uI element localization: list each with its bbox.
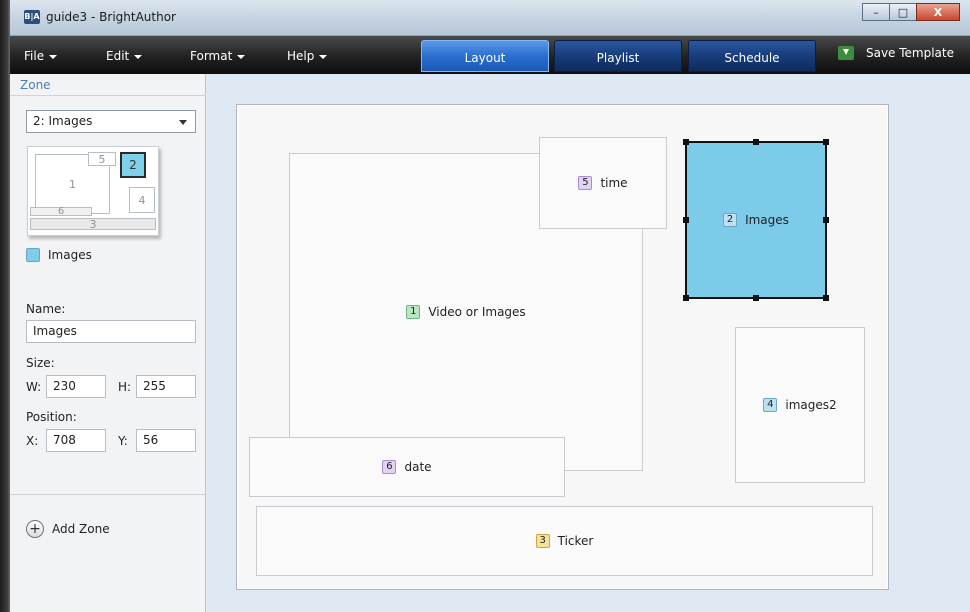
zone-2-selected[interactable]: 2 Images <box>683 139 829 301</box>
menu-help-label: Help <box>287 49 315 63</box>
zone-label: date <box>404 460 432 474</box>
layout-stage[interactable]: 1 Video or Images 5 time 2 Images 4 imag… <box>236 104 889 590</box>
mini-zone-6: 6 <box>30 206 92 217</box>
window-controls: – □ X <box>862 3 960 21</box>
menu-edit-label: Edit <box>106 49 130 63</box>
menu-file[interactable]: File <box>24 49 58 63</box>
zone-select[interactable]: 2: Images <box>26 110 196 133</box>
y-label: Y: <box>118 434 128 448</box>
resize-handle[interactable] <box>823 295 829 301</box>
zone-number-badge: 4 <box>763 398 778 412</box>
zone-4[interactable]: 4 images2 <box>735 327 865 483</box>
x-field[interactable]: 708 <box>46 429 106 452</box>
panel-divider <box>10 494 206 495</box>
zone-number-badge: 1 <box>406 305 421 319</box>
add-zone-label: Add Zone <box>52 522 110 536</box>
menu-help[interactable]: Help <box>287 49 328 63</box>
chevron-down-icon <box>237 54 246 59</box>
zone-number-badge: 6 <box>382 460 397 474</box>
zone-label: Ticker <box>557 534 594 548</box>
window-left-edge <box>0 0 10 612</box>
zone-label: images2 <box>785 398 837 412</box>
save-template-icon <box>837 46 854 60</box>
zone-type-legend: Images <box>26 248 92 262</box>
x-label: X: <box>26 434 39 448</box>
y-field[interactable]: 56 <box>136 429 196 452</box>
add-zone-button[interactable]: + Add Zone <box>26 520 110 538</box>
plus-icon: + <box>26 520 44 538</box>
zone-number-badge: 3 <box>535 534 550 548</box>
menu-edit[interactable]: Edit <box>106 49 143 63</box>
save-template-button[interactable]: Save Template <box>837 46 954 60</box>
width-field[interactable]: 230 <box>46 375 106 398</box>
window-title: guide3 - BrightAuthor <box>46 10 176 24</box>
zone-thumbnail[interactable]: 1 5 2 4 6 3 <box>27 146 159 236</box>
zone-3[interactable]: 3 Ticker <box>256 506 873 576</box>
mini-zone-3: 3 <box>30 218 156 231</box>
resize-handle[interactable] <box>753 139 759 145</box>
zone-6[interactable]: 6 date <box>249 437 565 497</box>
height-field[interactable]: 255 <box>136 375 196 398</box>
width-label: W: <box>26 380 42 394</box>
chevron-down-icon <box>179 120 187 125</box>
chevron-down-icon <box>319 54 328 59</box>
height-label: H: <box>118 380 132 394</box>
layout-workspace: 1 Video or Images 5 time 2 Images 4 imag… <box>207 74 970 612</box>
zone-label: Video or Images <box>428 305 526 319</box>
panel-header: Zone <box>10 78 206 96</box>
menu-bar: File Edit Format Help Layout Playlist Sc… <box>10 36 970 74</box>
mini-zone-4: 4 <box>129 187 155 213</box>
save-template-label: Save Template <box>865 46 954 60</box>
mini-zone-2: 2 <box>120 152 146 178</box>
name-field[interactable]: Images <box>26 320 196 343</box>
title-bar: B|A guide3 - BrightAuthor – □ X <box>10 0 970 36</box>
zone-number-badge: 2 <box>723 213 738 227</box>
resize-handle[interactable] <box>683 139 689 145</box>
maximize-button[interactable]: □ <box>889 3 917 21</box>
tab-playlist[interactable]: Playlist <box>554 40 682 72</box>
zone-number-badge: 5 <box>578 176 593 190</box>
resize-handle[interactable] <box>753 295 759 301</box>
zone-label: Images <box>745 213 789 227</box>
menu-format[interactable]: Format <box>190 49 246 63</box>
menu-file-label: File <box>24 49 45 63</box>
resize-handle[interactable] <box>823 139 829 145</box>
chevron-down-icon <box>134 54 143 59</box>
app-icon: B|A <box>24 10 40 24</box>
zone-select-value: 2: Images <box>33 114 93 128</box>
zone-5[interactable]: 5 time <box>539 137 667 229</box>
menu-format-label: Format <box>190 49 233 63</box>
zone-panel: Zone 2: Images 1 5 2 4 6 3 Images Name: … <box>10 74 206 612</box>
mini-zone-5: 5 <box>88 152 116 166</box>
resize-handle[interactable] <box>823 217 829 223</box>
chevron-down-icon <box>49 54 58 59</box>
size-label: Size: <box>26 356 55 370</box>
close-button[interactable]: X <box>916 3 960 21</box>
resize-handle[interactable] <box>683 295 689 301</box>
zone-label: time <box>600 176 628 190</box>
position-label: Position: <box>26 410 77 424</box>
tab-schedule[interactable]: Schedule <box>688 40 816 72</box>
resize-handle[interactable] <box>683 217 689 223</box>
name-label: Name: <box>26 302 66 316</box>
tab-layout[interactable]: Layout <box>421 40 549 72</box>
zone-color-swatch <box>26 248 40 262</box>
minimize-button[interactable]: – <box>862 3 890 21</box>
zone-type-label: Images <box>48 248 92 262</box>
